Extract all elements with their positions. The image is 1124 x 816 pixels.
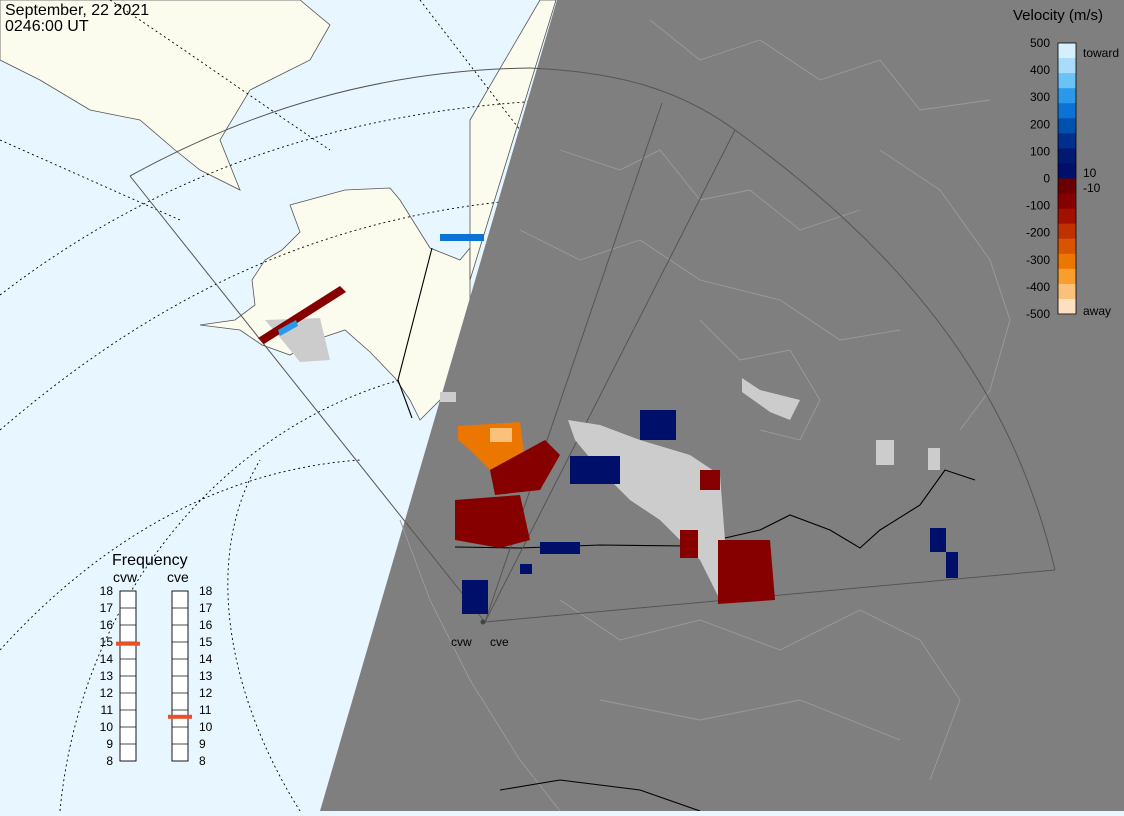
velocity-swatch <box>1058 208 1076 225</box>
map-canvas: cvw cve Velocity (m/s) 500 400 300 200 100 0 -… <box>0 0 1124 812</box>
frequency-tick-label: 16 <box>100 618 114 632</box>
velocity-swatch <box>1058 268 1076 285</box>
frequency-tick-label: 17 <box>100 601 114 615</box>
velocity-toward-label: toward <box>1083 46 1119 60</box>
velocity-swatch <box>1058 178 1076 195</box>
velocity-tick-label: 500 <box>1030 36 1050 50</box>
cell-blue-pnw-2 <box>520 564 532 574</box>
velocity-swatch <box>1058 148 1076 164</box>
frequency-tick-label: 16 <box>199 618 213 632</box>
cell-blue-border <box>540 542 580 554</box>
frequency-tick-label: 11 <box>199 703 212 717</box>
frequency-tick-label: 8 <box>199 754 206 768</box>
cell-blue-east-2 <box>946 552 958 578</box>
velocity-swatch <box>1058 133 1076 149</box>
frequency-tick-label: 10 <box>199 720 213 734</box>
velocity-swatch <box>1058 58 1076 74</box>
velocity-title: Velocity (m/s) <box>1013 7 1103 24</box>
velocity-tick-label: 400 <box>1030 63 1050 77</box>
radar-label-cvw: cvw <box>451 635 472 649</box>
velocity-swatch <box>1058 253 1076 270</box>
velocity-swatches <box>1057 42 1077 315</box>
velocity-swatch <box>1058 298 1076 315</box>
velocity-map: cvw cve Velocity (m/s) 500 400 300 200 100 0 -… <box>0 0 1124 812</box>
velocity-swatch <box>1058 43 1076 59</box>
velocity-tick-label: -300 <box>1026 253 1050 267</box>
velocity-tick-label: -100 <box>1026 199 1050 213</box>
frequency-tick-label: 9 <box>199 737 206 751</box>
velocity-swatch <box>1058 103 1076 119</box>
frequency-tick-label: 13 <box>199 669 213 683</box>
velocity-pos-threshold: 10 <box>1083 166 1097 180</box>
velocity-swatch <box>1058 193 1076 210</box>
gs-yukon <box>440 392 456 402</box>
cell-red-bc <box>455 495 530 548</box>
frequency-label-cvw: cvw <box>113 569 138 585</box>
frequency-marker-cve <box>168 714 192 719</box>
radar-label-cve: cve <box>490 635 509 649</box>
velocity-tick-label: 200 <box>1030 117 1050 131</box>
cell-beaufort <box>440 234 484 241</box>
cell-blue-prairie <box>570 456 620 484</box>
velocity-swatch <box>1058 163 1076 179</box>
velocity-neg-threshold: -10 <box>1083 181 1101 195</box>
velocity-swatch <box>1058 283 1076 300</box>
frequency-tick-label: 18 <box>100 584 114 598</box>
frequency-title: Frequency <box>112 552 188 569</box>
date-label: September, 22 2021 <box>5 2 150 19</box>
velocity-swatch <box>1058 223 1076 240</box>
velocity-tick-label: 100 <box>1030 144 1050 158</box>
cell-blue-east <box>930 528 946 552</box>
cell-light-orange <box>490 428 512 442</box>
cell-blue-north <box>640 410 676 440</box>
velocity-tick-label: 0 <box>1043 172 1050 186</box>
frequency-marker-cvw <box>116 641 140 646</box>
frequency-label-cve: cve <box>167 569 189 585</box>
frequency-tick-label: 12 <box>199 686 213 700</box>
cell-red-prairie-3 <box>680 530 698 558</box>
cell-red-prairie-2 <box>700 470 720 490</box>
frequency-tick-label: 13 <box>100 669 114 683</box>
velocity-tick-label: -500 <box>1026 307 1050 321</box>
velocity-tick-label: -400 <box>1026 280 1050 294</box>
frequency-tick-label: 14 <box>100 652 114 666</box>
velocity-tick-label: -200 <box>1026 226 1050 240</box>
frequency-tick-label: 11 <box>101 703 114 717</box>
frequency-tick-label: 17 <box>199 601 213 615</box>
frequency-tick-label: 14 <box>199 652 213 666</box>
frequency-tick-label: 10 <box>100 720 114 734</box>
frequency-tick-label: 8 <box>106 754 113 768</box>
velocity-swatch <box>1058 118 1076 134</box>
velocity-swatch <box>1058 73 1076 89</box>
velocity-away-label: away <box>1083 304 1111 318</box>
cell-red-prairie <box>718 540 775 604</box>
frequency-tick-label: 15 <box>199 635 213 649</box>
frequency-tick-label: 15 <box>100 635 114 649</box>
gs-quebec <box>876 440 894 465</box>
frequency-tick-label: 12 <box>100 686 114 700</box>
time-label: 0246:00 UT <box>5 18 89 35</box>
frequency-tick-label: 9 <box>106 737 113 751</box>
frequency-tick-label: 18 <box>199 584 213 598</box>
gs-labrador <box>928 448 940 470</box>
cell-blue-pnw <box>462 580 488 614</box>
velocity-tick-label: 300 <box>1030 90 1050 104</box>
velocity-swatch <box>1058 238 1076 255</box>
radar-site-marker <box>480 619 486 625</box>
velocity-swatch <box>1058 88 1076 104</box>
